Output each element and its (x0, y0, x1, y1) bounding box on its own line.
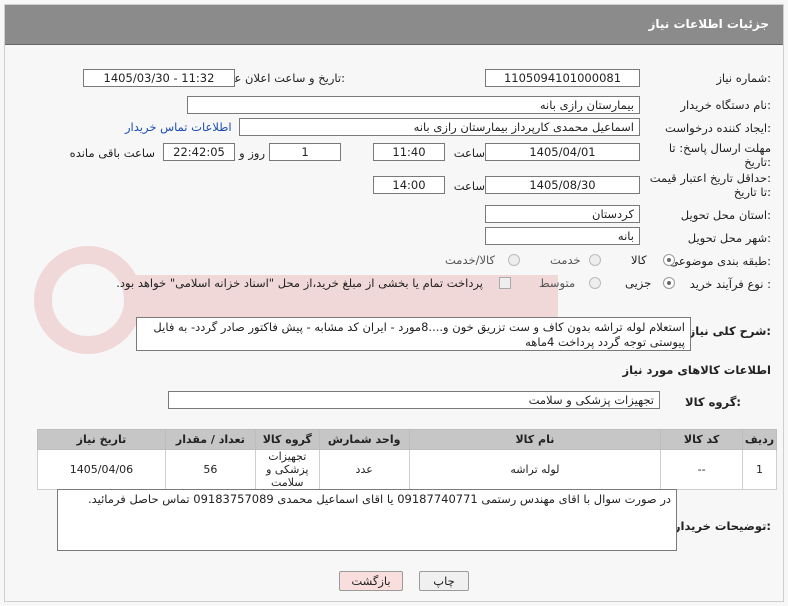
cell-group: تجهیزات پزشکی و سلامت (254, 449, 320, 490)
price-time-field: 14:00 (373, 176, 445, 194)
back-button[interactable]: بازگشت (339, 571, 403, 591)
buyer-notes-text: در صورت سوال با اقای مهندس رستمی 0918774… (87, 492, 671, 506)
need-number-label: شماره نیاز: (716, 71, 771, 85)
deadline-date-field: 1405/04/01 (485, 143, 640, 161)
price-validity-label-1: حداقل تاریخ اعتبار قیمت: (649, 171, 771, 185)
category-label: طبقه بندی موضوعی: (669, 254, 771, 268)
buyer-org-field: بیمارستان رازی بانه (187, 96, 640, 114)
buyer-contact-link[interactable]: اطلاعات تماس خریدار (125, 120, 232, 134)
category-goods-service-label: کالا/خدمت (445, 253, 496, 267)
treasury-payment-note: پرداخت تمام یا بخشی از مبلغ خرید،از محل … (116, 276, 483, 290)
remaining-time-field: 22:42:05 (163, 143, 235, 161)
creator-label: ایجاد کننده درخواست: (665, 121, 771, 135)
items-table-header: ردیف کد کالا نام کالا واحد شمارش گروه کا… (37, 429, 777, 450)
treasury-payment-checkbox[interactable] (499, 277, 511, 289)
announce-field: 1405/03/30 - 11:32 (83, 69, 235, 87)
need-number-field: 1105094101000081 (485, 69, 640, 87)
panel-title: جزئیات اطلاعات نیاز (648, 17, 769, 31)
deadline-time-field: 11:40 (373, 143, 445, 161)
price-date-field: 1405/08/30 (485, 176, 640, 194)
col-name: نام کالا (408, 429, 662, 450)
process-minor-radio[interactable] (663, 277, 675, 289)
province-field: کردستان (485, 205, 640, 223)
buyer-org-label: نام دستگاه خریدار: (680, 98, 771, 112)
deadline-label-2: تاریخ: (744, 155, 771, 169)
cell-row: 1 (742, 449, 777, 490)
details-panel: جزئیات اطلاعات نیاز شماره نیاز: 11050941… (4, 4, 784, 602)
col-code: کد کالا (660, 429, 744, 450)
category-service-radio[interactable] (589, 254, 601, 266)
days-label: روز و (239, 146, 265, 160)
days-field: 1 (269, 143, 341, 161)
deadline-label-1: مهلت ارسال پاسخ: تا (668, 141, 771, 155)
panel-header: جزئیات اطلاعات نیاز (5, 5, 783, 45)
process-label: نوع فرآیند خرید : (689, 277, 771, 291)
cell-quantity: 56 (164, 449, 256, 490)
province-label: استان محل تحویل: (680, 208, 771, 222)
items-table: ردیف کد کالا نام کالا واحد شمارش گروه کا… (37, 429, 777, 490)
buyer-notes-textarea[interactable]: در صورت سوال با اقای مهندس رستمی 0918774… (57, 489, 677, 551)
buyer-notes-label: توضیحات خریدار: (673, 519, 771, 533)
col-need-date: تاریخ نیاز (37, 429, 166, 450)
description-text: استعلام لوله تراشه بدون کاف و ست تزریق خ… (153, 320, 685, 349)
goods-group-field: تجهیزات پزشکی و سلامت (168, 391, 660, 409)
category-goods-label: کالا (631, 253, 647, 267)
process-minor-label: جزیی (625, 276, 652, 290)
cell-unit: عدد (318, 449, 410, 490)
remaining-label: ساعت باقی مانده (69, 146, 155, 160)
price-validity-label-2: تا تاریخ: (733, 185, 771, 199)
col-row: ردیف (742, 429, 777, 450)
col-quantity: تعداد / مقدار (164, 429, 256, 450)
print-button[interactable]: چاپ (419, 571, 469, 591)
col-unit: واحد شمارش (318, 429, 410, 450)
city-field: بانه (485, 227, 640, 245)
process-medium-radio[interactable] (589, 277, 601, 289)
deadline-time-label: ساعت (453, 146, 485, 160)
creator-field: اسماعیل محمدی کارپرداز بیمارستان رازی با… (239, 118, 640, 136)
description-textarea[interactable]: استعلام لوله تراشه بدون کاف و ست تزریق خ… (136, 317, 691, 351)
city-label: شهر محل تحویل: (687, 231, 771, 245)
goods-info-title: اطلاعات کالاهای مورد نیاز (622, 363, 771, 377)
description-label: شرح کلی نیاز: (688, 324, 771, 338)
cell-code: -- (660, 449, 744, 490)
goods-group-label: گروه کالا: (685, 395, 741, 409)
process-medium-label: متوسط (539, 276, 576, 290)
cell-name: لوله تراشه (408, 449, 662, 490)
col-group: گروه کالا (254, 429, 320, 450)
category-service-label: خدمت (550, 253, 581, 267)
category-goods-service-radio[interactable] (508, 254, 520, 266)
price-time-label: ساعت (453, 179, 485, 193)
cell-need-date: 1405/04/06 (37, 449, 166, 490)
table-row: 1 -- لوله تراشه عدد تجهیزات پزشکی و سلام… (37, 449, 777, 490)
category-goods-radio[interactable] (663, 254, 675, 266)
